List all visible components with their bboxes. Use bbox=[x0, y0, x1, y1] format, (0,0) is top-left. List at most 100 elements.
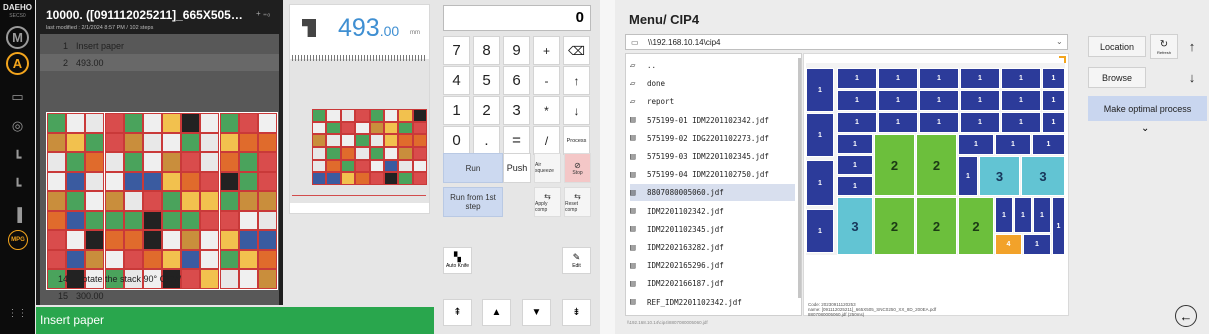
file-list-item[interactable]: ▤ 575199-03 IDM2201102345.jdf bbox=[630, 148, 795, 165]
key-7[interactable]: 7 bbox=[443, 36, 470, 65]
knife-icon[interactable]: ◎ bbox=[6, 114, 29, 137]
file-name: 575199-03 IDM2201102345.jdf bbox=[647, 152, 769, 161]
folder-icon: ▭ bbox=[631, 38, 639, 47]
layout-cell: 1 bbox=[806, 160, 834, 206]
apply-comp-label: Apply comp bbox=[535, 200, 548, 213]
manual-mode-icon[interactable]: M bbox=[6, 26, 29, 49]
label-tile bbox=[383, 159, 399, 173]
bottom-arrow-button[interactable]: ⇟ bbox=[562, 299, 591, 326]
edit-button[interactable]: ✎ Edit bbox=[562, 247, 591, 274]
layout-cell: 3 bbox=[837, 197, 873, 255]
down-arrow-button[interactable]: ↓ bbox=[1180, 67, 1204, 88]
pusher-forward-icon[interactable]: ▐ bbox=[6, 203, 29, 226]
file-list-item[interactable]: ▤ IDM2202165296.jdf bbox=[630, 257, 795, 274]
label-tile bbox=[238, 230, 258, 250]
key-9[interactable]: 9 bbox=[503, 36, 530, 65]
air-squeeze-button[interactable]: Air squeeze bbox=[534, 153, 561, 183]
path-value: \\192.168.10.14\cip4 bbox=[648, 38, 721, 47]
layout-cell: 1 bbox=[960, 90, 1000, 111]
label-tile bbox=[312, 147, 327, 160]
scrollbar[interactable] bbox=[798, 58, 801, 298]
file-list-item[interactable]: ▤ 8807080005060.jdf bbox=[630, 184, 795, 202]
step-list[interactable]: 1 Insert paper 2 493.00 14 Rotate the stack… bbox=[40, 34, 279, 305]
key-Process[interactable]: Process bbox=[563, 126, 590, 155]
step-row[interactable]: 2 493.00 bbox=[40, 54, 279, 71]
label-tile bbox=[200, 249, 220, 270]
step-row[interactable]: 1 Insert paper bbox=[40, 37, 279, 54]
run-button[interactable]: Run bbox=[443, 153, 503, 183]
file-meta: Code: 20230911120253 name: [091112025211… bbox=[808, 302, 936, 317]
add-step-icon[interactable]: + ₌₀ bbox=[256, 9, 270, 18]
label-tile bbox=[312, 134, 327, 147]
key-.[interactable]: . bbox=[473, 126, 500, 155]
key-backspace[interactable]: ⌫ bbox=[563, 36, 590, 65]
file-icon: ▤ bbox=[630, 278, 636, 289]
file-footer-path: \\192.168.10.14\cip4\8807080005060.jdf bbox=[627, 320, 708, 325]
file-list-item[interactable]: ▤ IDM2201102342.jdf bbox=[630, 203, 795, 220]
expand-chevron-icon[interactable]: ⌄ bbox=[1141, 123, 1149, 134]
browse-button[interactable]: Browse bbox=[1088, 67, 1146, 88]
location-button[interactable]: Location bbox=[1088, 36, 1146, 57]
down-arrow-button[interactable]: ▼ bbox=[522, 299, 551, 326]
pusher-right-icon[interactable]: ┗ bbox=[6, 174, 29, 197]
key-+[interactable]: + bbox=[533, 36, 560, 65]
layout-cell: 1 bbox=[1052, 197, 1065, 255]
key-/[interactable]: / bbox=[533, 126, 560, 155]
label-tile bbox=[398, 121, 413, 135]
refresh-button[interactable]: ↻ Refresh bbox=[1150, 34, 1178, 59]
auto-knife-button[interactable]: ▚ Auto Knife bbox=[443, 247, 472, 274]
stop-button[interactable]: ⊘ Stop bbox=[564, 153, 591, 183]
top-arrow-button[interactable]: ⇞ bbox=[443, 299, 472, 326]
make-optimal-process-button[interactable]: Make optimal process bbox=[1088, 96, 1207, 121]
file-list-item[interactable]: ▤ 575199-04 IDM2201102750.jdf bbox=[630, 166, 795, 183]
label-tile bbox=[238, 152, 258, 172]
label-tile bbox=[123, 210, 143, 231]
label-tile bbox=[66, 113, 86, 133]
file-list-item[interactable]: ▱ report bbox=[630, 93, 795, 110]
file-list-item[interactable]: ▱ done bbox=[630, 75, 795, 92]
key-=[interactable]: = bbox=[503, 126, 530, 155]
pusher-left-icon[interactable]: ┗ bbox=[6, 146, 29, 169]
key-1[interactable]: 1 bbox=[443, 96, 470, 125]
file-list-item[interactable]: ▤ IDM2201102345.jdf bbox=[630, 221, 795, 238]
step-row[interactable]: 15 300.00 bbox=[40, 287, 279, 304]
key-↑[interactable]: ↑ bbox=[563, 66, 590, 95]
mpg-icon[interactable]: MPG bbox=[8, 230, 28, 250]
file-list-item[interactable]: ▤ REF_IDM2201102342.jdf bbox=[630, 294, 795, 311]
key-*[interactable]: * bbox=[533, 96, 560, 125]
key--[interactable]: - bbox=[533, 66, 560, 95]
key-3[interactable]: 3 bbox=[503, 96, 530, 125]
apply-comp-button[interactable]: ⇆ Apply comp bbox=[534, 187, 561, 217]
label-tile bbox=[355, 172, 370, 185]
auto-mode-icon[interactable]: A bbox=[6, 52, 29, 75]
push-button[interactable]: Push bbox=[503, 153, 531, 183]
label-tile bbox=[181, 113, 201, 133]
file-list-item[interactable]: ▤ IDM2202166187.jdf bbox=[630, 275, 795, 292]
file-list-item[interactable]: ▤ 575199-02 IDG2201102273.jdf bbox=[630, 130, 795, 147]
grid-menu-icon[interactable]: ⋮⋮ bbox=[6, 302, 29, 325]
file-list[interactable]: ▱.. ▱ done ▱ report ▤ 575199-01 IDM2201102342.… bbox=[625, 53, 802, 316]
file-list-item[interactable]: ▤ 575199-01 IDM2201102342.jdf bbox=[630, 112, 795, 129]
back-button[interactable]: ← bbox=[1175, 305, 1197, 327]
path-select[interactable]: ▭ \\192.168.10.14\cip4 ⌄ bbox=[625, 34, 1068, 50]
key-6[interactable]: 6 bbox=[503, 66, 530, 95]
label-tile bbox=[47, 113, 67, 133]
layout-cell: 3 bbox=[979, 156, 1020, 196]
key-8[interactable]: 8 bbox=[473, 36, 500, 65]
layout-cell: 3 bbox=[1021, 156, 1065, 196]
key-4[interactable]: 4 bbox=[443, 66, 470, 95]
key-0[interactable]: 0 bbox=[443, 126, 470, 155]
up-arrow-button[interactable]: ▲ bbox=[482, 299, 511, 326]
file-list-item[interactable]: ▤ IDM2202163282.jdf bbox=[630, 239, 795, 256]
key-2[interactable]: 2 bbox=[473, 96, 500, 125]
step-row[interactable]: 14 Rotate the stack 90° CCW bbox=[40, 270, 279, 287]
key-5[interactable]: 5 bbox=[473, 66, 500, 95]
key-↓[interactable]: ↓ bbox=[563, 96, 590, 125]
paper-icon[interactable]: ▭ bbox=[6, 85, 29, 108]
keypad-display[interactable]: 0 bbox=[443, 5, 591, 31]
file-list-item[interactable]: ▱.. bbox=[630, 57, 795, 74]
label-tile bbox=[162, 113, 182, 133]
up-arrow-button[interactable]: ↑ bbox=[1180, 36, 1204, 57]
reset-comp-button[interactable]: ⇆ Reset comp bbox=[564, 187, 591, 217]
run-first-step-button[interactable]: Run from 1st step bbox=[443, 187, 503, 217]
